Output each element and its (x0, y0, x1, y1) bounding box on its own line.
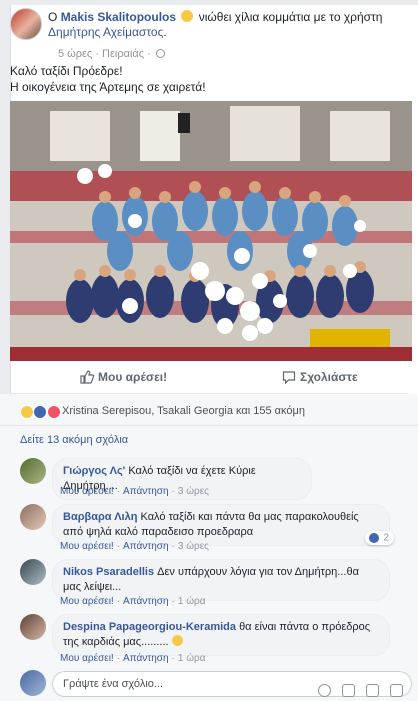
post-photo[interactable] (10, 101, 412, 361)
love-reaction-icon (46, 404, 61, 419)
post-time[interactable]: 5 ώρες (58, 48, 92, 60)
comment-actions: Μου αρέσει! · Απάντηση · 3 ώρες (60, 541, 209, 552)
camera-icon[interactable] (341, 683, 355, 697)
post-text-line: Η οικογένεια της Άρτεμης σε χαιρετά! (10, 80, 206, 94)
comment-author[interactable]: Βαρβαρα Λιλη (63, 511, 137, 523)
post-header: O Makis Skalitopoulos νιώθει χίλια κομμά… (10, 8, 400, 60)
post-text-line: Καλό ταξίδι Πρόεδρε! (10, 64, 123, 78)
comment-like-link[interactable]: Μου αρέσει! (60, 486, 114, 497)
comment-like-count[interactable]: 2 (365, 531, 394, 545)
comment-button-label: Σχολιάστε (300, 370, 358, 384)
comment-like-link[interactable]: Μου αρέσει! (60, 596, 114, 607)
comment-author[interactable]: Despina Papageorgiou-Keramida (63, 621, 236, 633)
gif-icon[interactable] (365, 683, 379, 697)
post-actions-bar: Μου αρέσει! Σχολιάστε (10, 362, 408, 394)
post-text: Καλό ταξίδι Πρόεδρε! Η οικογένεια της Άρ… (10, 63, 206, 95)
thumbs-up-icon (80, 370, 95, 384)
comment-bubble: Βαρβαρα Λιλη Καλό ταξίδι και πάντα θα μα… (52, 504, 390, 546)
tagged-user[interactable]: Δημήτρης Αχείμαστος (48, 25, 163, 39)
comment-reply-link[interactable]: Απάντηση (123, 541, 168, 552)
comment-button[interactable]: Σχολιάστε (282, 370, 358, 385)
sticker-icon[interactable] (390, 683, 403, 697)
comment-input[interactable]: Γράψτε ένα σχόλιο... (52, 671, 412, 697)
feeling-text: νιώθει χίλια κομμάτια με το χρήστη (198, 10, 383, 24)
composer-tools (310, 678, 403, 701)
post-location[interactable]: Πειραιάς (102, 48, 144, 60)
reactions-summary[interactable]: Xristina Serepisou, Tsakali Georgia και … (62, 405, 305, 417)
comment-reply-link[interactable]: Απάντηση (123, 486, 168, 497)
sad-reaction-icon (20, 404, 34, 419)
comment-time[interactable]: 1 ώρα (178, 596, 206, 607)
current-user-avatar (20, 670, 46, 696)
comment-actions: Μου αρέσει! · Απάντηση · 3 ώρες (60, 486, 209, 497)
comment-avatar[interactable] (20, 614, 46, 640)
feeling-prefix: O (48, 10, 58, 24)
comment-bubble: Despina Papageorgiou-Keramida θα είναι π… (52, 614, 390, 656)
comment-author[interactable]: Nikos Psaradellis (63, 566, 154, 578)
comment-time[interactable]: 3 ώρες (178, 541, 209, 552)
view-more-comments-link[interactable]: Δείτε 13 ακόμη σχόλια (20, 434, 128, 446)
reaction-icons[interactable] (20, 404, 61, 419)
like-reaction-icon (368, 532, 381, 544)
like-reaction-icon (33, 404, 48, 419)
comment-actions: Μου αρέσει! · Απάντηση · 1 ώρα (60, 596, 206, 607)
emoji-icon[interactable] (317, 683, 331, 697)
author-name[interactable]: Makis Skalitopoulos (61, 10, 176, 24)
like-button-label: Μου αρέσει! (98, 370, 168, 384)
comment-composer: Γράψτε ένα σχόλιο... (20, 670, 412, 698)
comment-time[interactable]: 1 ώρα (178, 653, 206, 664)
post-header-text: O Makis Skalitopoulos νιώθει χίλια κομμά… (48, 10, 383, 39)
group-photo-image (10, 101, 412, 361)
post-meta: 5 ώρες · Πειραιάς · (58, 48, 165, 60)
speech-bubble-icon (282, 371, 296, 385)
comment-author[interactable]: Γιώργος Λς' (63, 465, 125, 477)
comment-avatar[interactable] (20, 504, 46, 530)
globe-icon (155, 49, 165, 58)
comment-bubble: Nikos Psaradellis Δεν υπάρχουν λόγια για… (52, 559, 390, 601)
comment-avatar[interactable] (20, 458, 46, 484)
feeling-emoji-icon (181, 10, 194, 22)
comment-actions: Μου αρέσει! · Απάντηση · 1 ώρα (60, 653, 206, 664)
comment-reply-link[interactable]: Απάντηση (123, 596, 168, 607)
author-avatar[interactable] (10, 8, 42, 40)
comment-avatar[interactable] (20, 559, 46, 585)
comment-input-placeholder: Γράψτε ένα σχόλιο... (63, 678, 164, 690)
comment-like-link[interactable]: Μου αρέσει! (60, 653, 114, 664)
comment-like-link[interactable]: Μου αρέσει! (60, 541, 114, 552)
reactions-bar: Xristina Serepisou, Tsakali Georgia και … (0, 394, 418, 426)
comment-reply-link[interactable]: Απάντηση (123, 653, 168, 664)
comment-time[interactable]: 3 ώρες (178, 486, 209, 497)
sad-emoji-icon (171, 635, 183, 646)
comment-like-count-value: 2 (383, 532, 389, 544)
like-button[interactable]: Μου αρέσει! (80, 370, 167, 384)
